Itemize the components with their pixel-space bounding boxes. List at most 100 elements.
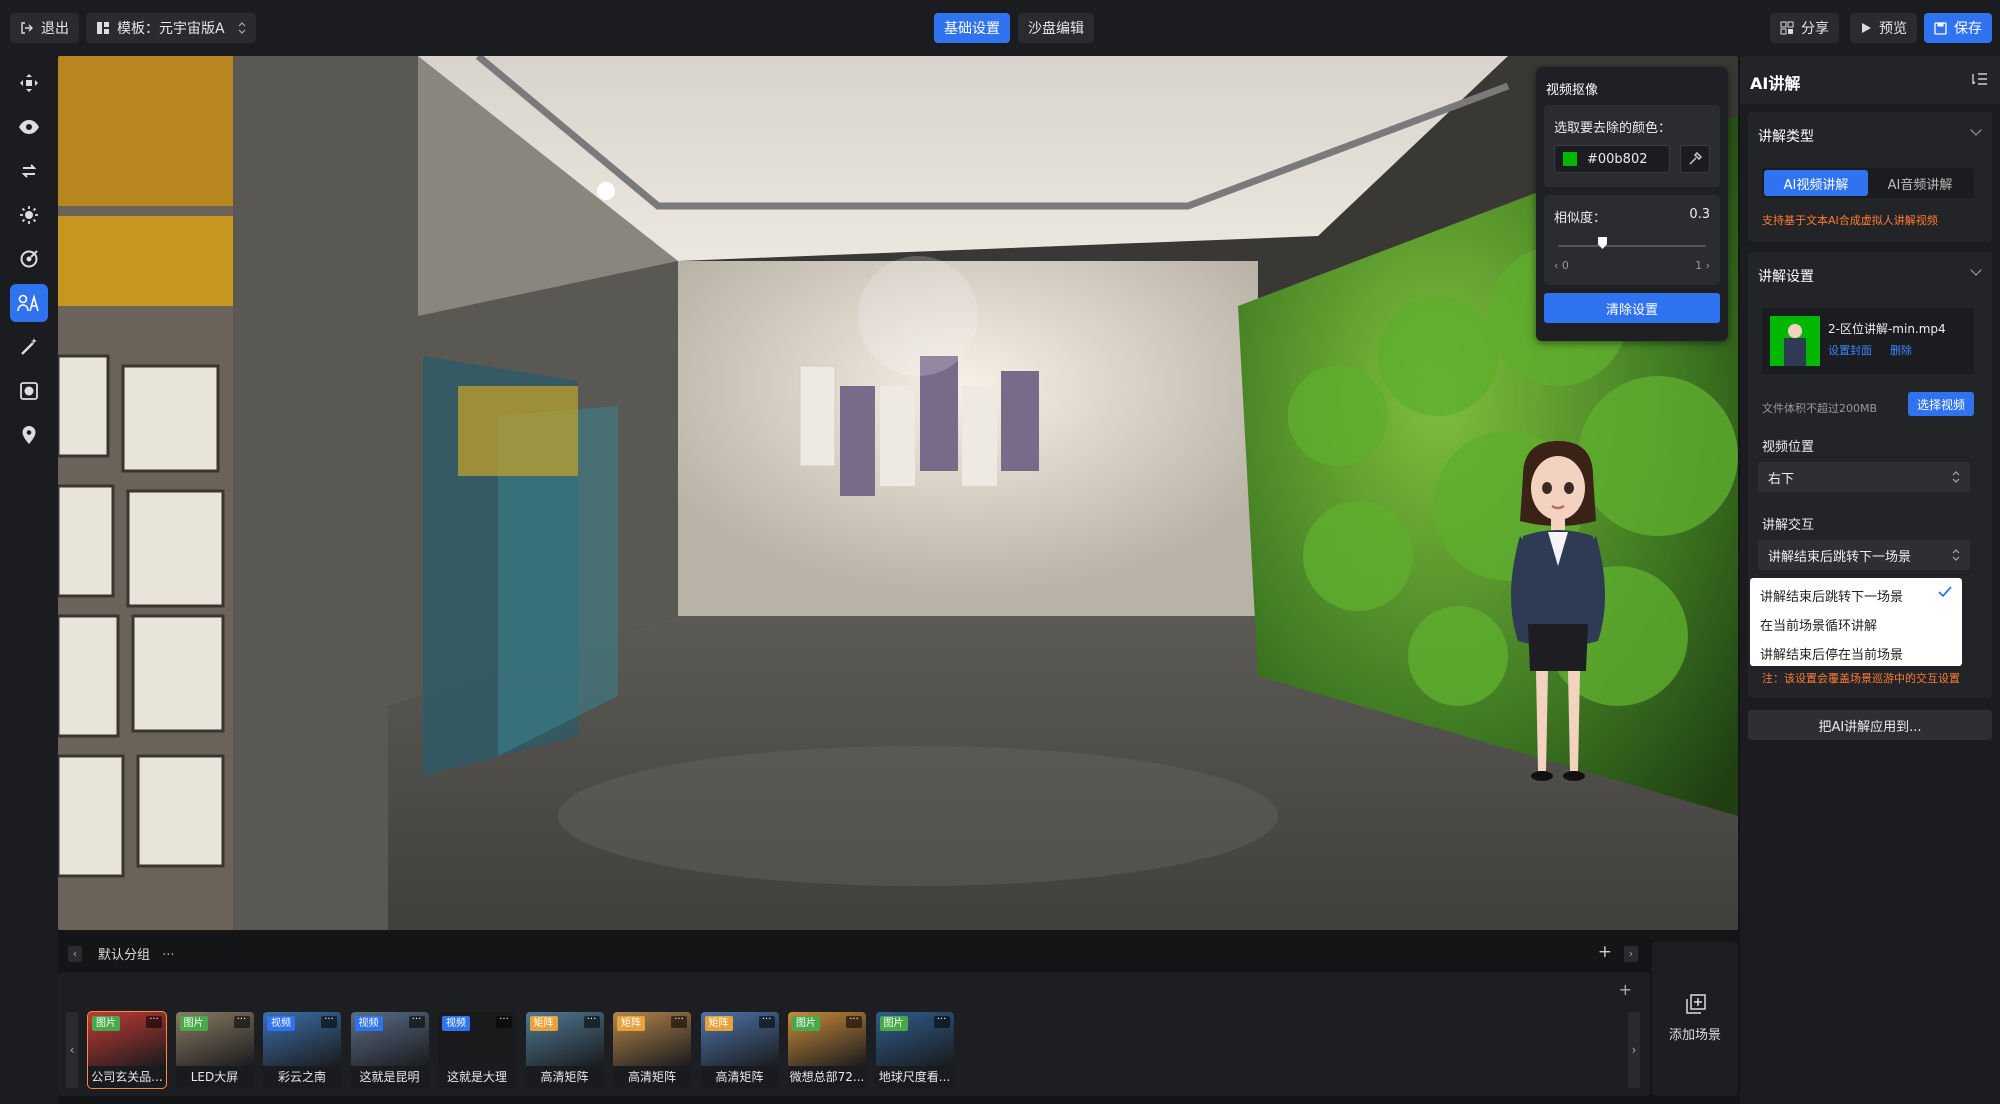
- preview-button[interactable]: 预览: [1850, 13, 1917, 43]
- choose-video-button[interactable]: 选择视频: [1908, 392, 1974, 416]
- group-name: 默认分组: [98, 948, 151, 963]
- interaction-option-stay[interactable]: 讲解结束后停在当前场景: [1760, 644, 1903, 663]
- interaction-dropdown-menu: 讲解结束后跳转下一场景 在当前场景循环讲解 讲解结束后停在当前场景: [1750, 578, 1962, 666]
- scene-thumbnail[interactable]: 视频 ··· 这就是大理: [438, 1012, 516, 1088]
- exit-button[interactable]: 退出: [10, 13, 79, 43]
- panel-title: AI讲解: [1750, 74, 1801, 93]
- add-to-group-button[interactable]: +: [1619, 980, 1632, 999]
- add-group-button[interactable]: +: [1598, 942, 1612, 962]
- scene-thumbnail[interactable]: 视频 ··· 这就是昆明: [350, 1012, 429, 1088]
- tool-rail: [0, 56, 58, 1104]
- scene-more-button[interactable]: ···: [321, 1015, 337, 1028]
- video-thumbnail: [1770, 316, 1820, 366]
- collapse-list-icon[interactable]: [1972, 72, 1988, 86]
- scene-strip: + ‹ › 图片 ··· 公司玄关品... 图片 ··· LED大屏 视频 ··· 彩云之南 视频…: [58, 972, 1650, 1096]
- scene-group-bar: ‹ 默认分组 ··· + ›: [58, 940, 1648, 968]
- similarity-slider-track[interactable]: [1558, 245, 1706, 247]
- ai-narration-panel: AI讲解 讲解类型 AI视频讲解 AI音频讲解 支持基于文本AI合成虚拟人讲解视…: [1740, 56, 2000, 1104]
- scene-more-button[interactable]: ···: [233, 1015, 250, 1028]
- location-tool-button[interactable]: [10, 416, 48, 454]
- tab-sandbox-edit[interactable]: 沙盘编辑: [1018, 13, 1094, 43]
- scene-more-button[interactable]: ···: [583, 1015, 600, 1028]
- compass-icon: [19, 249, 39, 269]
- scene-type-badge: 图片: [92, 1016, 120, 1031]
- scene-thumbnail[interactable]: 视频 ··· 彩云之南: [263, 1012, 341, 1088]
- scene-more-button[interactable]: ···: [408, 1015, 425, 1028]
- interaction-option-next[interactable]: 讲解结束后跳转下一场景: [1760, 586, 1903, 605]
- magic-tool-button[interactable]: [10, 328, 48, 366]
- type-section-title: 讲解类型: [1758, 129, 1814, 145]
- scene-thumbnail[interactable]: 图片 ··· LED大屏: [175, 1012, 254, 1088]
- scene-more-button[interactable]: ···: [758, 1015, 775, 1028]
- strip-scroll-left[interactable]: ‹: [66, 1012, 78, 1088]
- updown-arrow-icon: [238, 22, 246, 34]
- move-tool-button[interactable]: [10, 64, 48, 102]
- swap-tool-button[interactable]: [10, 152, 48, 190]
- key-color-value: #00b802: [1587, 151, 1648, 167]
- tab-basic-settings[interactable]: 基础设置: [934, 13, 1010, 43]
- scene-label: 高清矩阵: [613, 1066, 691, 1088]
- clear-settings-button[interactable]: 清除设置: [1544, 293, 1720, 323]
- scene-thumbnail[interactable]: 图片 ··· 公司玄关品...: [87, 1011, 167, 1089]
- group-prev-button[interactable]: ‹: [68, 946, 82, 962]
- chevron-down-icon[interactable]: [1970, 264, 1982, 276]
- add-scene-icon: [1686, 994, 1706, 1014]
- group-more[interactable]: ···: [162, 948, 174, 963]
- hotspot-tool-button[interactable]: [10, 372, 48, 410]
- video-keying-panel: 视频抠像 选取要去除的颜色： #00b802 相似度： 0.3 ‹ 0 1 › …: [1536, 67, 1728, 341]
- type-video-tab[interactable]: AI视频讲解: [1764, 170, 1868, 196]
- delete-link[interactable]: 删除: [1890, 342, 1912, 358]
- scene-thumbnail[interactable]: 矩阵 ··· 高清矩阵: [700, 1012, 779, 1088]
- scene-thumbnail[interactable]: 图片 ··· 地球尺度看...: [875, 1012, 954, 1088]
- scene-more-button[interactable]: ···: [496, 1015, 512, 1028]
- ai-narration-tool-button[interactable]: [10, 284, 48, 322]
- narration-type-toggle: AI视频讲解 AI音频讲解: [1762, 168, 1974, 198]
- strip-scroll-right[interactable]: ›: [1628, 1012, 1640, 1088]
- share-label: 分享: [1801, 21, 1829, 37]
- eyedropper-button[interactable]: [1680, 145, 1710, 173]
- scene-thumbnail[interactable]: 图片 ··· 微想总部72...: [788, 1012, 866, 1088]
- magic-wand-icon: [19, 337, 39, 357]
- group-next-button[interactable]: ›: [1624, 946, 1638, 962]
- scene-thumbnail[interactable]: 矩阵 ··· 高清矩阵: [613, 1012, 691, 1088]
- share-button[interactable]: 分享: [1770, 13, 1839, 43]
- apply-ai-narration-button[interactable]: 把AI讲解应用到...: [1748, 710, 1992, 740]
- group-tab[interactable]: 默认分组 ···: [98, 944, 175, 963]
- light-tool-button[interactable]: [10, 196, 48, 234]
- set-cover-link[interactable]: 设置封面: [1828, 342, 1872, 358]
- interaction-select[interactable]: 讲解结束后跳转下一场景: [1758, 540, 1970, 570]
- add-scene-button[interactable]: 添加场景: [1652, 942, 1738, 1096]
- preview-label: 预览: [1879, 21, 1907, 37]
- scene-type-badge: 矩阵: [529, 1016, 558, 1031]
- scene-more-button[interactable]: ···: [846, 1015, 862, 1028]
- similarity-label: 相似度：: [1554, 211, 1607, 226]
- chevron-down-icon[interactable]: [1970, 124, 1982, 136]
- scene-more-button[interactable]: ···: [146, 1015, 162, 1028]
- type-audio-tab[interactable]: AI音频讲解: [1868, 170, 1972, 196]
- panorama-viewer[interactable]: [58, 56, 1738, 930]
- exit-label: 退出: [41, 21, 69, 37]
- ai-narration-icon: [17, 293, 41, 313]
- panel-header: AI讲解: [1740, 56, 2000, 104]
- compass-tool-button[interactable]: [10, 240, 48, 278]
- color-select-label: 选取要去除的颜色：: [1554, 121, 1672, 136]
- range-min-value: 0: [1561, 259, 1569, 272]
- scene-thumbnail[interactable]: 矩阵 ··· 高清矩阵: [525, 1012, 604, 1088]
- scene-more-button[interactable]: ···: [933, 1015, 950, 1028]
- target-icon: [19, 381, 39, 401]
- panorama-scene: [58, 56, 1738, 930]
- interaction-value: 讲解结束后跳转下一场景: [1768, 549, 1912, 565]
- position-select[interactable]: 右下: [1758, 462, 1970, 492]
- save-button[interactable]: 保存: [1924, 13, 1992, 43]
- template-select[interactable]: 模板：元宇宙版A: [86, 13, 256, 43]
- key-color-field[interactable]: #00b802: [1554, 145, 1670, 173]
- sun-icon: [19, 205, 39, 225]
- similarity-slider-handle[interactable]: [1598, 237, 1607, 249]
- interaction-option-loop[interactable]: 在当前场景循环讲解: [1760, 615, 1877, 634]
- eye-icon: [18, 119, 40, 135]
- scene-label: LED大屏: [175, 1066, 254, 1088]
- scene-label: 这就是大理: [438, 1066, 516, 1088]
- scene-more-button[interactable]: ···: [671, 1015, 687, 1028]
- video-file-card: 2-区位讲解-min.mp4 设置封面 删除: [1762, 308, 1974, 374]
- view-tool-button[interactable]: [10, 108, 48, 146]
